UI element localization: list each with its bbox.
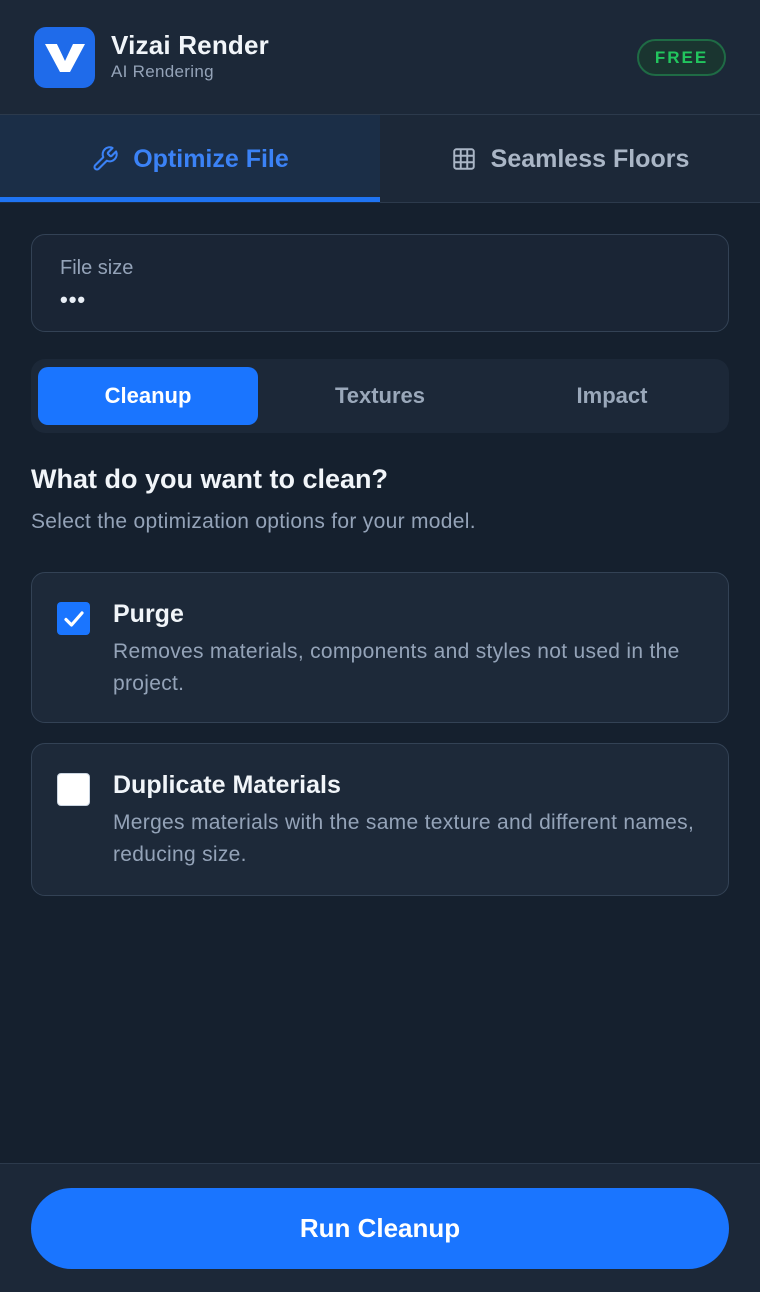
option-title: Purge (113, 600, 184, 628)
option-title: Duplicate Materials (113, 771, 341, 799)
app-header: Vizai Render AI Rendering FREE (0, 0, 760, 115)
run-cleanup-button[interactable]: Run Cleanup (31, 1188, 729, 1269)
main-tabs: Optimize File Seamless Floors (0, 115, 760, 203)
checkmark-icon (63, 610, 84, 627)
file-size-label: File size (60, 257, 134, 279)
duplicate-materials-checkbox[interactable] (57, 773, 90, 806)
tab-optimize-file[interactable]: Optimize File (0, 115, 380, 203)
option-duplicate-materials[interactable]: Duplicate Materials Merges materials wit… (31, 743, 729, 896)
section-title: What do you want to clean? (31, 464, 388, 494)
sub-tabs: Cleanup Textures Impact (31, 359, 729, 433)
option-description: Removes materials, components and styles… (113, 640, 680, 695)
grid-icon (451, 146, 477, 172)
plan-badge: FREE (637, 39, 726, 76)
tab-seamless-floors-label: Seamless Floors (490, 144, 690, 173)
tab-cleanup[interactable]: Cleanup (38, 367, 258, 425)
option-purge[interactable]: Purge Removes materials, components and … (31, 572, 729, 723)
file-size-value: ••• (60, 287, 87, 312)
tab-textures[interactable]: Textures (270, 367, 490, 425)
purge-checkbox[interactable] (57, 602, 90, 635)
option-description: Merges materials with the same texture a… (113, 811, 695, 866)
footer-bar: Run Cleanup (0, 1163, 760, 1292)
tab-seamless-floors[interactable]: Seamless Floors (380, 115, 760, 203)
tab-optimize-file-label: Optimize File (133, 144, 289, 173)
vizai-logo-icon (34, 27, 95, 88)
tab-impact[interactable]: Impact (502, 367, 722, 425)
file-size-card: File size ••• (31, 234, 729, 332)
app-subtitle: AI Rendering (111, 62, 214, 81)
wrench-icon (91, 145, 119, 173)
section-subtitle: Select the optimization options for your… (31, 510, 476, 533)
app-name: Vizai Render (111, 30, 269, 60)
